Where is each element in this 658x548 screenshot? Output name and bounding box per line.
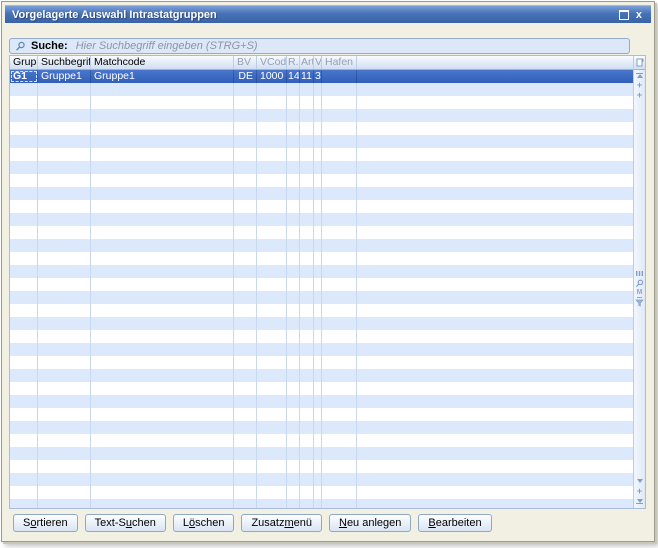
empty-row [10,83,633,96]
scroll-page-up-icon[interactable]: + [634,80,645,90]
vertical-scrollbar[interactable]: + + M + [633,56,645,508]
cell-hafen[interactable] [322,70,357,83]
button-bar: Sortieren Text-Suchen Löschen Zusatzmenü… [13,514,492,532]
empty-row [10,148,633,161]
zoom-search-icon[interactable] [634,278,645,288]
search-bar[interactable]: Suche: [9,38,630,54]
empty-row [10,174,633,187]
table-row-selected[interactable]: G1 Gruppe1 Gruppe1 DE 1000 14 11 3 [10,70,633,83]
column-header-r[interactable]: R. [287,56,300,69]
empty-row [10,187,633,200]
table-header: Gruppe Suchbegriff Matchcode BV VCode R.… [10,56,645,70]
empty-row [10,265,633,278]
empty-row [10,161,633,174]
column-header-hafen[interactable]: Hafen [322,56,357,69]
empty-row [10,278,633,291]
titlebar-controls: x [619,10,651,20]
sortieren-button[interactable]: Sortieren [13,514,78,532]
empty-row [10,343,633,356]
search-icon [15,41,26,52]
bearbeiten-button[interactable]: Bearbeiten [418,514,491,532]
title-bar[interactable]: Vorgelagerte Auswahl Intrastatgruppen x [5,5,651,23]
cell-filler [357,70,633,83]
cell-art[interactable]: 11 [300,70,314,83]
neu-anlegen-button[interactable]: Neu anlegen [329,514,411,532]
column-header-vcode[interactable]: VCode [257,56,287,69]
empty-row [10,109,633,122]
columns-icon[interactable] [634,268,645,278]
bookmark-icon[interactable]: M [634,288,645,298]
table-body[interactable]: G1 Gruppe1 Gruppe1 DE 1000 14 11 3 [10,70,633,508]
empty-row [10,252,633,265]
dialog-window: Vorgelagerte Auswahl Intrastatgruppen x … [1,1,655,542]
intrastat-groups-table[interactable]: Gruppe Suchbegriff Matchcode BV VCode R.… [9,55,646,509]
empty-row [10,486,633,499]
empty-row [10,226,633,239]
search-label: Suche: [31,40,68,52]
scroll-to-top-icon[interactable] [634,70,645,80]
column-header-v[interactable]: V [314,56,322,69]
empty-row [10,395,633,408]
empty-row [10,200,633,213]
column-header-filler [357,56,645,69]
empty-row [10,213,633,226]
cell-bv[interactable]: DE [234,70,257,83]
empty-row [10,408,633,421]
search-input[interactable] [74,39,629,53]
cell-gruppe[interactable]: G1 [10,70,38,83]
close-icon[interactable]: x [636,10,642,20]
empty-row [10,421,633,434]
empty-row [10,460,633,473]
cell-vcode[interactable]: 1000 [257,70,287,83]
empty-row [10,356,633,369]
empty-row [10,330,633,343]
empty-row [10,473,633,486]
column-header-suchbegriff[interactable]: Suchbegriff [38,56,91,69]
scroll-to-bottom-icon[interactable] [634,496,645,506]
scroll-up-icon[interactable]: + [634,90,645,100]
cell-matchcode[interactable]: Gruppe1 [91,70,234,83]
empty-row [10,304,633,317]
cell-suchbegriff[interactable]: Gruppe1 [38,70,91,83]
empty-row [10,239,633,252]
text-suchen-button[interactable]: Text-Suchen [85,514,166,532]
column-chooser-icon[interactable] [634,56,645,70]
column-header-art[interactable]: Art [300,56,314,69]
column-header-gruppe[interactable]: Gruppe [10,56,38,69]
scroll-down-icon[interactable] [634,476,645,486]
restore-icon[interactable] [619,10,629,20]
filter-icon[interactable] [634,298,645,308]
empty-row [10,291,633,304]
window-title: Vorgelagerte Auswahl Intrastatgruppen [5,9,217,21]
zusatzmenu-button[interactable]: Zusatzmenü [241,514,322,532]
empty-row [10,317,633,330]
cell-v[interactable]: 3 [314,70,322,83]
empty-row [10,369,633,382]
column-header-matchcode[interactable]: Matchcode [91,56,234,69]
scroll-page-down-icon[interactable]: + [634,486,645,496]
column-header-bv[interactable]: BV [234,56,257,69]
empty-row [10,434,633,447]
loeschen-button[interactable]: Löschen [173,514,235,532]
empty-row [10,382,633,395]
cell-r[interactable]: 14 [287,70,300,83]
empty-row [10,122,633,135]
empty-row [10,135,633,148]
empty-row [10,499,633,508]
empty-row [10,96,633,109]
empty-row [10,447,633,460]
